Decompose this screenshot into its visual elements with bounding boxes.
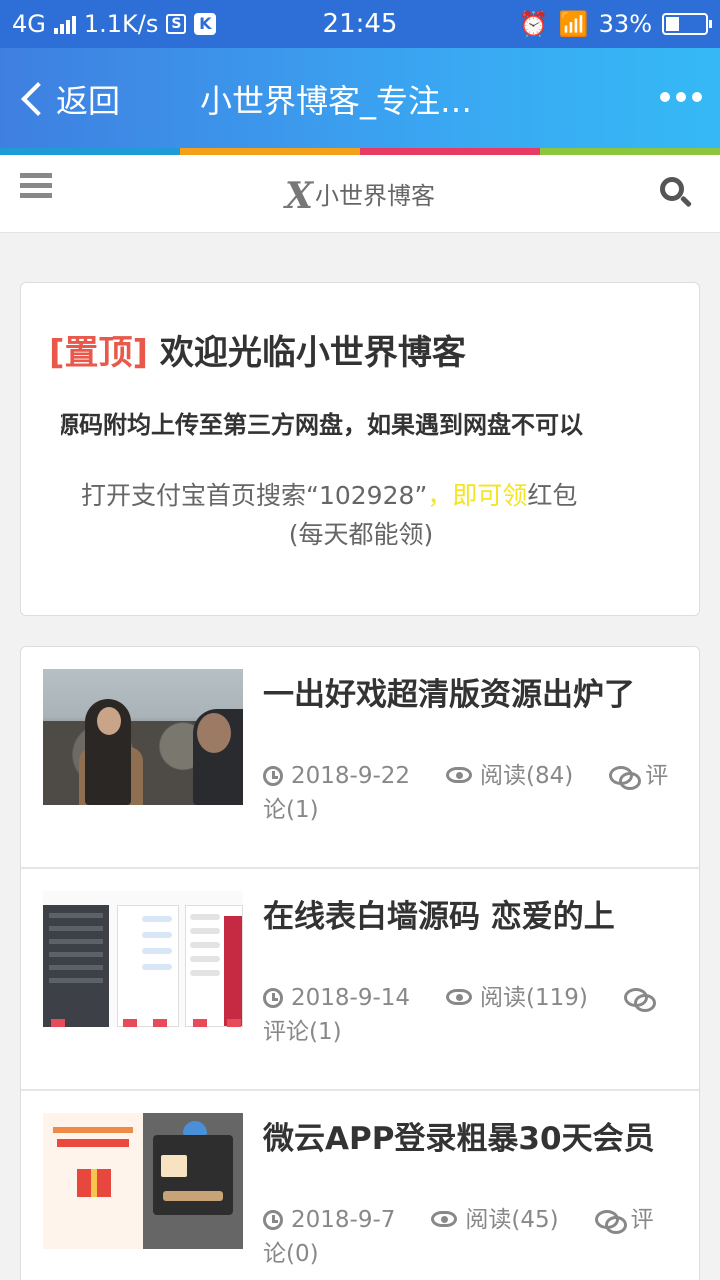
- pinned-notice: 源码附均上传至第三方网盘，如果遇到网盘不可以: [61, 405, 661, 440]
- post-comments-a: 评: [630, 1207, 654, 1233]
- battery-icon: [662, 13, 712, 35]
- site-logo[interactable]: X小世界博客: [0, 175, 720, 217]
- status-bar: 4G 1.1K/s S K 21:45 ⏰ 📶 33%: [0, 0, 720, 48]
- clock-icon: [263, 766, 283, 786]
- back-label: 返回: [56, 82, 121, 120]
- app-bar: 返回 小世界博客_专注…: [0, 48, 720, 148]
- post-item[interactable]: 微云APP登录粗暴30天会员 2018-9-7 阅读(45) 评论(0): [21, 1091, 699, 1280]
- post-views: 阅读(119): [480, 985, 588, 1011]
- pinned-notice-text: 源码附均上传至第三方网盘，如果遇到网盘不可以: [61, 411, 583, 439]
- post-date: 2018-9-7: [291, 1207, 396, 1233]
- more-dot-icon: [676, 92, 686, 102]
- post-meta: 2018-9-22 阅读(84) 评论(1): [263, 759, 683, 827]
- clock-icon: [263, 1210, 283, 1230]
- site-header: X小世界博客: [0, 155, 720, 233]
- pinned-promo-sub: (每天都能领): [288, 520, 434, 549]
- logo-mark: X: [285, 175, 313, 217]
- post-meta: 2018-9-7 阅读(45) 评论(0): [263, 1203, 683, 1271]
- post-comments-b: 论(0): [263, 1241, 319, 1267]
- back-button[interactable]: 返回: [16, 76, 120, 122]
- promo-highlight: 即可领: [452, 481, 528, 510]
- post-comments-b: 论(1): [263, 797, 319, 823]
- post-views: 阅读(84): [480, 763, 574, 789]
- post-thumbnail[interactable]: [43, 1113, 243, 1249]
- post-title[interactable]: 微云APP登录粗暴30天会员: [263, 1113, 683, 1158]
- status-right: ⏰ 📶 33%: [518, 10, 712, 38]
- clock-icon: [263, 988, 283, 1008]
- pinned-promo: 打开支付宝首页搜索“102928”，即可领红包: [81, 475, 661, 517]
- page-title: 小世界博客_专注…: [200, 82, 473, 120]
- promo-separator: ，: [427, 481, 453, 510]
- post-list: 一出好戏超清版资源出炉了 2018-9-22 阅读(84) 评论(1) 在线表白墙源…: [20, 646, 700, 1280]
- more-dot-icon: [692, 92, 702, 102]
- comment-icon: [623, 988, 656, 1012]
- accent-stripe-segment: [0, 148, 180, 155]
- more-dot-icon: [660, 92, 670, 102]
- search-icon[interactable]: [660, 177, 693, 208]
- chevron-left-icon: [21, 82, 55, 116]
- eye-icon: [446, 989, 473, 1005]
- post-comments-a: 评: [645, 763, 669, 789]
- pinned-title-text: 欢迎光临小世界博客: [159, 333, 466, 373]
- battery-percent: 33%: [598, 10, 652, 38]
- promo-text-2: 红包: [527, 481, 578, 510]
- logo-text: 小世界博客: [314, 182, 435, 210]
- post-title[interactable]: 一出好戏超清版资源出炉了: [263, 669, 683, 714]
- pinned-title[interactable]: [置顶] 欢迎光临小世界博客: [49, 325, 466, 374]
- post-item[interactable]: 一出好戏超清版资源出炉了 2018-9-22 阅读(84) 评论(1): [21, 647, 699, 869]
- wifi-icon: 📶: [558, 10, 589, 38]
- post-meta: 2018-9-14 阅读(119) 评论(1): [263, 981, 683, 1049]
- accent-stripe-segment: [360, 148, 540, 155]
- post-date: 2018-9-14: [291, 985, 411, 1011]
- comment-icon: [594, 1210, 627, 1234]
- eye-icon: [431, 1211, 458, 1227]
- post-comments-b: 评论(1): [263, 1019, 342, 1045]
- eye-icon: [446, 767, 473, 783]
- post-item[interactable]: 在线表白墙源码 恋爱的上 2018-9-14 阅读(119) 评论(1): [21, 869, 699, 1091]
- more-menu-button[interactable]: [660, 92, 702, 102]
- promo-text: 打开支付宝首页搜索“102928”: [81, 481, 428, 510]
- comment-icon: [609, 766, 642, 790]
- accent-stripe-segment: [180, 148, 360, 155]
- post-thumbnail[interactable]: [43, 891, 243, 1027]
- pinned-post-card[interactable]: [置顶] 欢迎光临小世界博客 源码附均上传至第三方网盘，如果遇到网盘不可以 打开…: [20, 282, 700, 616]
- battery-level: [666, 17, 679, 31]
- accent-stripe-segment: [540, 148, 720, 155]
- pinned-tag: [置顶]: [49, 333, 149, 373]
- accent-stripe: [0, 148, 720, 155]
- post-views: 阅读(45): [465, 1207, 559, 1233]
- alarm-icon: ⏰: [518, 10, 549, 38]
- post-date: 2018-9-22: [291, 763, 411, 789]
- post-thumbnail[interactable]: [43, 669, 243, 805]
- post-title[interactable]: 在线表白墙源码 恋爱的上: [263, 891, 683, 936]
